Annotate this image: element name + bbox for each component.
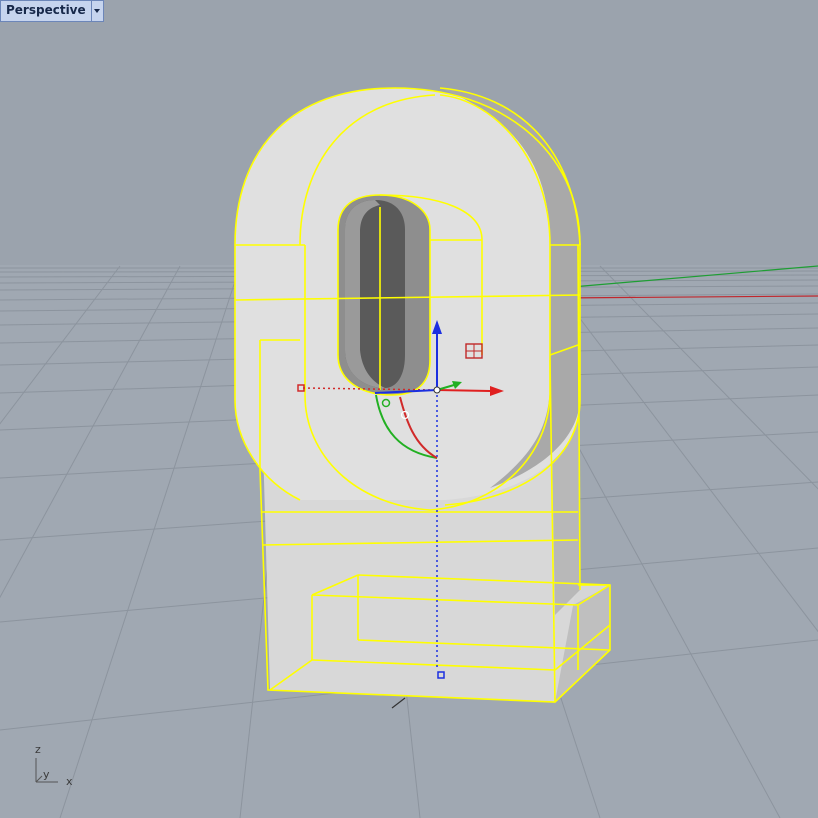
gizmo-origin[interactable]	[433, 386, 441, 394]
viewport-title-tab[interactable]: Perspective	[0, 0, 104, 22]
perspective-viewport[interactable]: Perspective z y x	[0, 0, 818, 818]
axis-indicator: z y x	[30, 740, 90, 790]
chevron-down-icon	[94, 9, 101, 13]
axis-label-y: y	[43, 768, 50, 781]
axis-label-z: z	[35, 743, 41, 756]
viewport-name-label[interactable]: Perspective	[1, 1, 91, 21]
axis-label-x: x	[66, 775, 73, 788]
viewport-menu-button[interactable]	[90, 1, 103, 21]
viewport-scene[interactable]	[0, 0, 818, 818]
